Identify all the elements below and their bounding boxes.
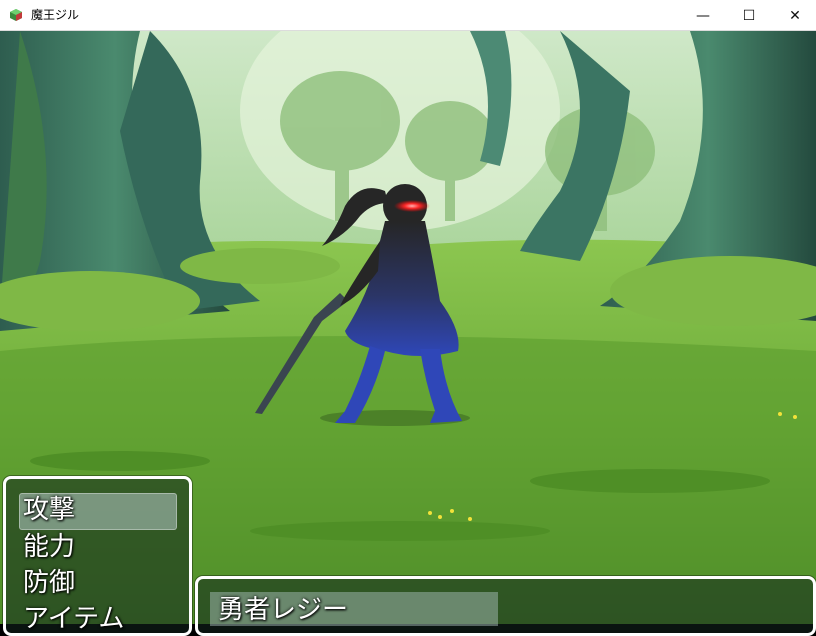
close-button[interactable]: ✕: [772, 0, 816, 31]
title-bar: 魔王ジル — ☐ ✕: [0, 0, 816, 31]
minimize-button[interactable]: —: [680, 0, 726, 31]
close-icon: ✕: [789, 7, 801, 24]
minimize-icon: —: [696, 7, 710, 24]
actor-name[interactable]: 勇者レジー: [218, 594, 348, 626]
command-attack[interactable]: 攻撃: [23, 494, 75, 526]
app-icon: [10, 9, 22, 21]
command-skill[interactable]: 能力: [23, 531, 75, 563]
window-title: 魔王ジル: [31, 8, 80, 22]
maximize-icon: ☐: [742, 7, 756, 24]
command-guard[interactable]: 防御: [23, 567, 75, 599]
enemy-eyes: [394, 200, 430, 212]
maximize-button[interactable]: ☐: [726, 0, 772, 31]
command-item[interactable]: アイテム: [23, 603, 124, 635]
